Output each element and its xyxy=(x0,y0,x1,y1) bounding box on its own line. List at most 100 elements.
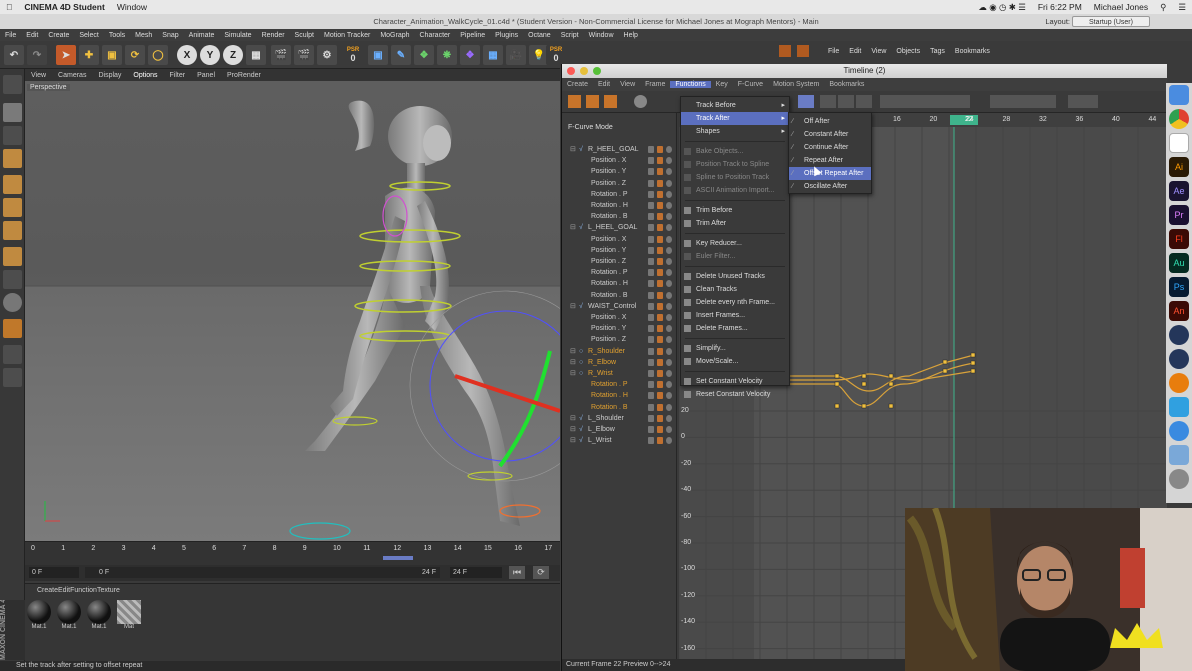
viewport-menu-panel[interactable]: Panel xyxy=(191,72,221,79)
move-tool-icon[interactable]: ✚ xyxy=(79,45,99,65)
track-enable-icon[interactable] xyxy=(648,213,654,221)
functions-menu-item-track-before[interactable]: Track Before ▸ xyxy=(681,99,789,112)
safari-icon[interactable] xyxy=(1169,421,1189,441)
track-visibility-icon[interactable] xyxy=(666,314,672,321)
expand-toggle-icon[interactable]: ⊟ xyxy=(570,424,576,435)
material-swatch[interactable]: Mat xyxy=(117,600,141,630)
coordinate-system-icon[interactable]: ▦ xyxy=(246,45,266,65)
expand-toggle-icon[interactable]: ⊟ xyxy=(570,368,576,379)
menu-mograph[interactable]: MoGraph xyxy=(375,32,414,39)
3d-viewport[interactable]: Perspective xyxy=(25,81,560,541)
model-mode-icon[interactable] xyxy=(3,103,22,122)
loop-icon[interactable]: ⟳ xyxy=(533,566,549,579)
ruler-playhead[interactable] xyxy=(383,556,413,560)
texture-mode-icon[interactable] xyxy=(3,126,22,145)
menu-tools[interactable]: Tools xyxy=(104,32,130,39)
cinema4d-icon-2[interactable] xyxy=(1169,349,1189,369)
track-tree-row[interactable]: Rotation . H xyxy=(562,278,677,289)
after-effects-icon[interactable]: Ae xyxy=(1169,181,1189,201)
track-tree-row[interactable]: Position . X xyxy=(562,234,677,245)
track-tree-row[interactable]: Position . Z xyxy=(562,334,677,345)
menu-create[interactable]: Create xyxy=(43,32,74,39)
object-manager-icon-2[interactable] xyxy=(797,45,809,57)
timeline-menu-bookmarks[interactable]: Bookmarks xyxy=(824,81,869,88)
track-lock-icon[interactable] xyxy=(657,358,663,366)
track-visibility-icon[interactable] xyxy=(666,246,672,254)
track-lock-icon[interactable] xyxy=(657,325,663,333)
track-visibility-icon[interactable] xyxy=(666,179,672,187)
render-view-icon[interactable]: 🎬 xyxy=(271,45,291,65)
track-visibility-icon[interactable] xyxy=(666,392,672,400)
maps-icon[interactable] xyxy=(1169,397,1189,417)
functions-menu-item-spline-to-position-track[interactable]: Spline to Position Track xyxy=(681,171,789,184)
render-picture-icon[interactable]: 🎬 xyxy=(294,45,314,65)
functions-menu-item-reset-constant-velocity[interactable]: Reset Constant Velocity xyxy=(681,388,789,401)
menu-edit[interactable]: Edit xyxy=(21,32,43,39)
menu-character[interactable]: Character xyxy=(415,32,456,39)
fcurve-mode-icon[interactable] xyxy=(586,95,599,108)
track-tree-row[interactable]: ⊟ √ L_HEEL_GOAL xyxy=(562,222,677,233)
tangent-tools-icon[interactable] xyxy=(880,95,970,108)
track-visibility-icon[interactable] xyxy=(666,224,672,232)
key-tools-icon[interactable] xyxy=(990,95,1056,108)
object-menu-view[interactable]: View xyxy=(866,48,891,55)
material-menu-create[interactable]: Create xyxy=(37,587,58,594)
points-mode-icon[interactable] xyxy=(3,175,22,194)
viewport-menu-display[interactable]: Display xyxy=(92,72,127,79)
object-menu-objects[interactable]: Objects xyxy=(891,48,925,55)
cloner-icon[interactable]: ❋ xyxy=(437,45,457,65)
functions-menu-item-set-constant-velocity[interactable]: Set Constant Velocity xyxy=(681,375,789,388)
track-tree-row[interactable]: Position . X xyxy=(562,155,677,166)
ease-in-icon[interactable] xyxy=(838,95,854,108)
track-tree-row[interactable]: Rotation . P xyxy=(562,379,677,390)
functions-menu-item-shapes[interactable]: Shapes ▸ xyxy=(681,125,789,138)
timeline-menu-edit[interactable]: Edit xyxy=(593,81,615,88)
track-lock-icon[interactable] xyxy=(657,246,663,254)
track-lock-icon[interactable] xyxy=(657,392,663,400)
functions-menu-item-delete-every-nth-frame[interactable]: Delete every nth Frame... xyxy=(681,296,789,309)
track-lock-icon[interactable] xyxy=(657,157,663,165)
expand-toggle-icon[interactable]: ⊟ xyxy=(570,144,576,155)
menu-snap[interactable]: Snap xyxy=(157,32,183,39)
track-tree-row[interactable]: ⊟ ○ R_Shoulder xyxy=(562,346,677,357)
functions-menu-item-position-track-to-spline[interactable]: Position Track to Spline xyxy=(681,158,789,171)
track-lock-icon[interactable] xyxy=(657,258,663,265)
track-enable-icon[interactable] xyxy=(648,258,654,265)
track-tree-row[interactable]: Position . Y xyxy=(562,245,677,256)
timeline-menu-motion-system[interactable]: Motion System xyxy=(768,81,824,88)
track-tree-row[interactable]: Position . Y xyxy=(562,323,677,334)
track-visibility-icon[interactable] xyxy=(666,336,672,344)
track-after-item-offset-repeat-after[interactable]: ∕ Offset Repeat After xyxy=(789,167,871,180)
track-lock-icon[interactable] xyxy=(657,302,663,310)
track-enable-icon[interactable] xyxy=(648,168,654,176)
chrome-icon[interactable] xyxy=(1169,109,1189,129)
functions-menu-item-move-scale[interactable]: Move/Scale... xyxy=(681,355,789,368)
track-enable-icon[interactable] xyxy=(648,325,654,333)
material-menu-texture[interactable]: Texture xyxy=(97,587,120,594)
camera-icon[interactable]: 🎥 xyxy=(506,45,526,65)
photos-icon[interactable] xyxy=(1169,133,1189,153)
animation-timeline-ruler[interactable]: 0 1 2 3 4 5 6 7 8 9 10 11 12 13 14 15 16 17 xyxy=(25,541,560,565)
track-tree-row[interactable]: Rotation . B xyxy=(562,211,677,222)
track-lock-icon[interactable] xyxy=(657,381,663,389)
track-lock-icon[interactable] xyxy=(657,291,663,299)
track-tree-row[interactable]: Rotation . B xyxy=(562,402,677,413)
clock[interactable]: Fri 6:22 PM xyxy=(1032,2,1088,12)
search-icon[interactable]: ⚲ xyxy=(1154,2,1172,13)
functions-menu-item-clean-tracks[interactable]: Clean Tracks xyxy=(681,283,789,296)
workplane-icon[interactable] xyxy=(3,149,22,168)
material-menu-edit[interactable]: Edit xyxy=(58,587,70,594)
window-menu[interactable]: Window xyxy=(111,2,153,12)
track-enable-icon[interactable] xyxy=(648,403,654,411)
axis-y-button[interactable]: Y xyxy=(200,45,220,65)
animate-icon[interactable]: An xyxy=(1169,301,1189,321)
timeline-menu-frame[interactable]: Frame xyxy=(640,81,670,88)
expand-toggle-icon[interactable]: ⊟ xyxy=(570,357,576,368)
track-visibility-icon[interactable] xyxy=(666,146,672,153)
object-menu-edit[interactable]: Edit xyxy=(844,48,866,55)
photoshop-icon[interactable]: Ps xyxy=(1169,277,1189,297)
rotate-tool-icon[interactable]: ⟳ xyxy=(125,45,145,65)
functions-menu-item-trim-before[interactable]: Trim Before xyxy=(681,204,789,217)
track-after-item-constant-after[interactable]: ∕ Constant After xyxy=(789,128,871,141)
track-visibility-icon[interactable] xyxy=(666,202,672,209)
